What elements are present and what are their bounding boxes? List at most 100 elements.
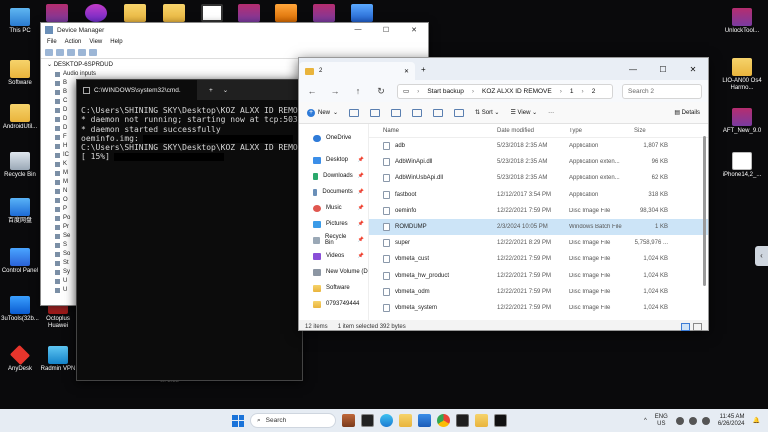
- nav-item-software[interactable]: Software: [299, 280, 368, 296]
- desktop-icon-unlocktool[interactable]: UnlockTool...: [720, 8, 764, 35]
- breadcrumb-item[interactable]: Start backup: [427, 88, 464, 95]
- winrar-icon[interactable]: [313, 4, 335, 22]
- menu-file[interactable]: File: [47, 39, 57, 45]
- winrar-icon[interactable]: [238, 4, 260, 22]
- chrome-icon[interactable]: [437, 414, 450, 427]
- maximize-button[interactable]: ☐: [372, 26, 400, 34]
- file-row[interactable]: fastboot 12/12/2017 3:54 PM Application 318…: [369, 187, 708, 203]
- desktop-icon-anydesk[interactable]: AnyDesk: [0, 344, 40, 373]
- minimize-button[interactable]: —: [344, 26, 372, 34]
- nav-item-0793749444[interactable]: 0793749444: [299, 296, 368, 312]
- store-icon[interactable]: [418, 414, 431, 427]
- nav-item-documents[interactable]: Documents 📌: [299, 184, 368, 200]
- file-explorer-icon[interactable]: [399, 414, 412, 427]
- desktop-icon-this-pc[interactable]: This PC: [0, 8, 40, 35]
- nav-item-onedrive[interactable]: OneDrive: [299, 130, 368, 146]
- language-indicator[interactable]: ENG US: [655, 414, 668, 428]
- nav-item-videos[interactable]: Videos 📌: [299, 248, 368, 264]
- winrar-icon[interactable]: [46, 4, 68, 22]
- column-header-name[interactable]: Name: [369, 128, 497, 134]
- explorer-tab[interactable]: 2 ✕: [299, 62, 415, 80]
- desktop-icon-3utools[interactable]: 3uTools(32b...: [0, 296, 40, 323]
- menu-view[interactable]: View: [89, 39, 102, 45]
- file-row[interactable]: AdbWinApi.dll 5/23/2018 2:35 AM Applicatio…: [369, 154, 708, 170]
- system-tray[interactable]: [675, 416, 710, 425]
- cmd-output[interactable]: C:\Users\SHINING SKY\Desktop\KOZ ALXX ID…: [77, 100, 302, 168]
- cut-icon[interactable]: [349, 108, 360, 117]
- file-row[interactable]: vbmeta_hw_product 12/22/2021 7:59 PM Disc …: [369, 268, 708, 284]
- column-header-type[interactable]: Type: [569, 128, 630, 134]
- bell-icon[interactable]: 🔔: [753, 417, 760, 424]
- monitor-icon[interactable]: [89, 49, 97, 56]
- cmd-tab[interactable]: C:\WINDOWS\system32\cmd.: [77, 80, 197, 100]
- nav-item-downloads[interactable]: Downloads 📌: [299, 168, 368, 184]
- maximize-button[interactable]: ☐: [648, 65, 678, 74]
- more-icon[interactable]: ···: [548, 110, 554, 116]
- file-row[interactable]: AdbWinUsbApi.dll 5/23/2018 2:35 AM Applica…: [369, 170, 708, 186]
- scrollbar[interactable]: [703, 136, 706, 286]
- close-button[interactable]: ✕: [400, 26, 428, 34]
- tiles-view-icon[interactable]: [693, 323, 702, 331]
- help-icon[interactable]: [78, 49, 86, 56]
- file-row[interactable]: vbmeta_cust 12/22/2021 7:59 PM Disc Image …: [369, 251, 708, 267]
- start-button[interactable]: [232, 414, 244, 427]
- desktop-icon-iphone[interactable]: iPhone14,2_...: [720, 152, 764, 179]
- nav-item-recycle-bin[interactable]: Recycle Bin 📌: [299, 232, 368, 248]
- file-row[interactable]: vbmeta_system 12/22/2021 7:59 PM Disc Imag…: [369, 300, 708, 316]
- 3utools-icon[interactable]: [85, 4, 107, 22]
- desktop-icon-software[interactable]: Software: [0, 60, 40, 87]
- share-icon[interactable]: [433, 108, 444, 117]
- column-header-date[interactable]: Date modified: [497, 128, 569, 134]
- dropdown-icon[interactable]: ⌄: [223, 86, 228, 94]
- task-view-icon[interactable]: [361, 414, 374, 427]
- terminal-taskbar-icon[interactable]: [494, 414, 507, 427]
- close-tab-icon[interactable]: ✕: [404, 68, 409, 75]
- properties-icon[interactable]: [67, 49, 75, 56]
- column-header-size[interactable]: Size: [630, 128, 668, 134]
- file-explorer-window[interactable]: 2 ✕ + — ☐ ✕ ← → ↑ ↻ ▭ › Start backup › K…: [298, 57, 709, 331]
- paste-icon[interactable]: [391, 108, 402, 117]
- folder-taskbar-icon[interactable]: [475, 414, 488, 427]
- desktop-icon-baidu[interactable]: 百度网盘: [0, 198, 40, 225]
- sort-button[interactable]: ⇅ Sort ⌄: [475, 109, 499, 116]
- nav-item-new-volume[interactable]: New Volume (D: [299, 264, 368, 280]
- view-button[interactable]: ☰ View ⌄: [510, 109, 537, 116]
- desktop-icon-recycle-bin[interactable]: Recycle Bin: [0, 152, 40, 179]
- breadcrumb-item[interactable]: 2: [592, 88, 596, 95]
- device-manager-taskbar-icon[interactable]: [456, 414, 469, 427]
- desktop-icon-aft[interactable]: AFT_New_9.0: [720, 108, 764, 135]
- file-row[interactable]: super 12/22/2021 8:29 PM Disc Image File 5,…: [369, 235, 708, 251]
- rename-icon[interactable]: [412, 108, 423, 117]
- folder-icon[interactable]: [124, 4, 146, 22]
- new-tab-button[interactable]: +: [209, 87, 213, 94]
- search-input[interactable]: Search 2: [622, 83, 702, 99]
- nav-item-desktop[interactable]: Desktop 📌: [299, 152, 368, 168]
- up-icon[interactable]: ↑: [351, 86, 365, 96]
- 7zip-icon[interactable]: [201, 4, 223, 22]
- file-row[interactable]: oeminfo 12/22/2021 7:59 PM Disc Image File…: [369, 203, 708, 219]
- new-button[interactable]: + New ⌄: [307, 108, 338, 117]
- folder-icon[interactable]: [163, 4, 185, 22]
- widget-icon[interactable]: [342, 414, 355, 427]
- back-icon[interactable]: [45, 49, 53, 56]
- tool-icon[interactable]: [275, 4, 297, 22]
- forward-icon[interactable]: [56, 49, 64, 56]
- nav-item-music[interactable]: Music 📌: [299, 200, 368, 216]
- refresh-icon[interactable]: ↻: [374, 86, 388, 97]
- new-tab-button[interactable]: +: [421, 65, 426, 74]
- breadcrumb-item[interactable]: 1: [570, 88, 574, 95]
- breadcrumb[interactable]: ▭ › Start backup › KOZ ALXX ID REMOVE › …: [397, 83, 613, 99]
- desktop-icon-androidutil[interactable]: AndroidUtil...: [0, 104, 40, 131]
- menu-help[interactable]: Help: [110, 39, 122, 45]
- cmd-window[interactable]: C:\WINDOWS\system32\cmd. + ⌄ C:\Users\SH…: [76, 79, 303, 381]
- chevron-left-icon[interactable]: ‹: [755, 246, 768, 266]
- clock[interactable]: 11:45 AM 6/26/2024: [718, 414, 745, 428]
- title-bar[interactable]: Device Manager — ☐ ✕: [41, 23, 428, 37]
- menu-action[interactable]: Action: [65, 39, 82, 45]
- nav-item-pictures[interactable]: Pictures 📌: [299, 216, 368, 232]
- forward-icon[interactable]: →: [328, 86, 342, 96]
- file-row[interactable]: vbmeta_odm 12/22/2021 7:59 PM Disc Image F…: [369, 284, 708, 300]
- close-button[interactable]: ✕: [678, 65, 708, 74]
- chevron-up-icon[interactable]: ^: [644, 418, 647, 424]
- desktop-icon-lio[interactable]: LIO-AN00 Os4 Harmo...: [720, 58, 764, 92]
